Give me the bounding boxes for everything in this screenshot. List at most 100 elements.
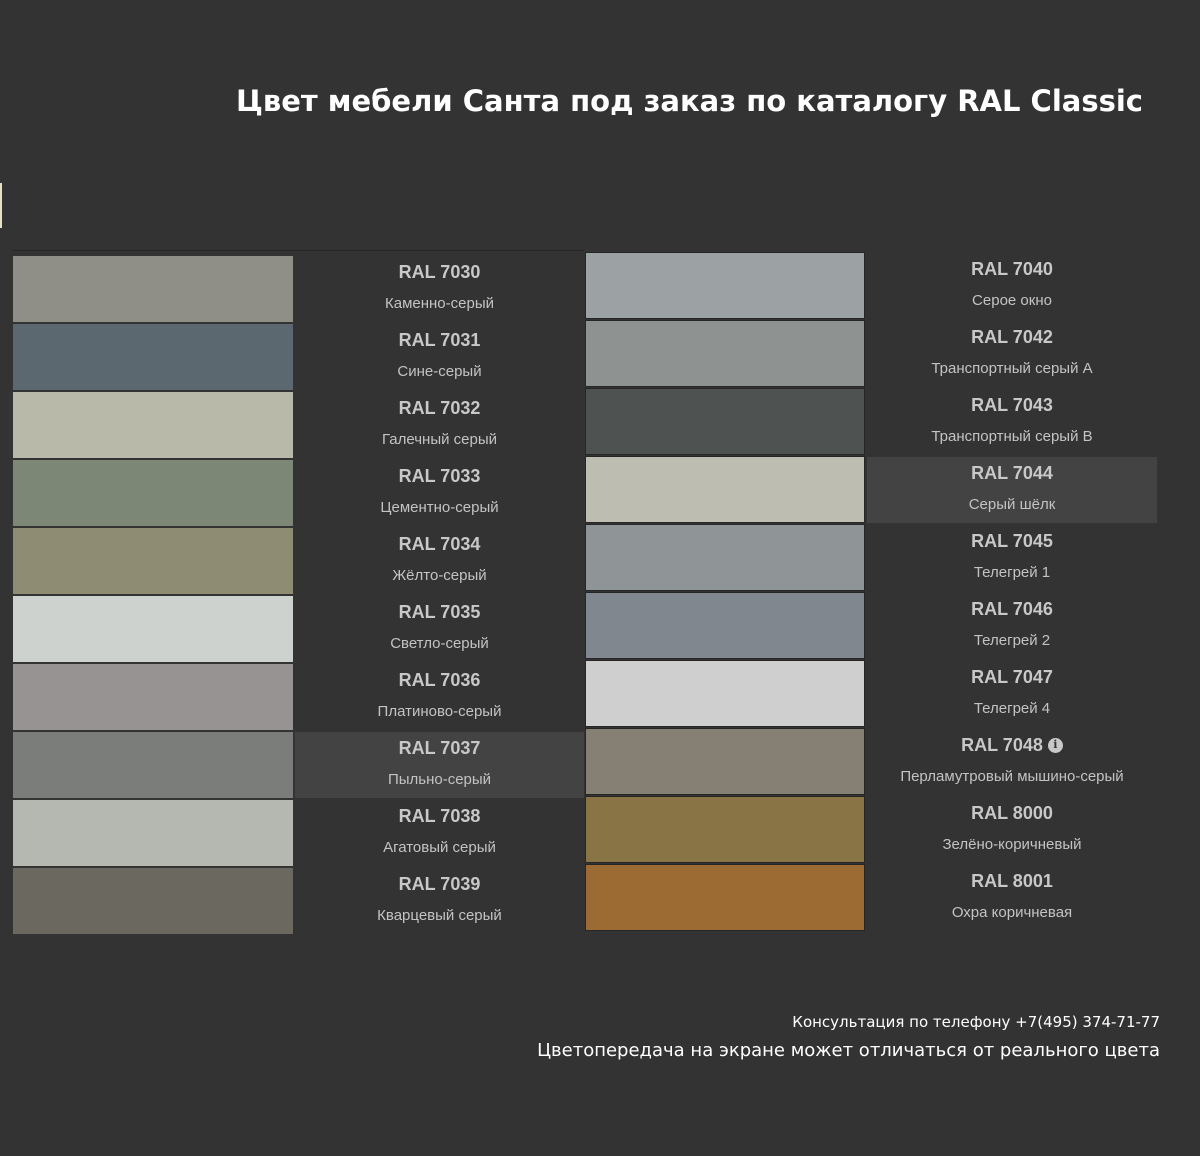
color-info[interactable]: RAL 8000 Зелёно-коричневый — [867, 797, 1157, 863]
color-row[interactable]: RAL 7032 Галечный серый — [13, 391, 584, 459]
color-name: Сине-серый — [397, 363, 482, 380]
color-row[interactable]: RAL 7033 Цементно-серый — [13, 459, 584, 527]
color-name: Платиново-серый — [377, 703, 502, 720]
ral-code-text: RAL 7046 — [971, 599, 1053, 619]
color-row[interactable]: RAL 7042 Транспортный серый А — [585, 320, 1157, 388]
color-info[interactable]: RAL 7033 Цементно-серый — [295, 460, 584, 526]
color-swatch[interactable] — [13, 800, 293, 866]
color-info[interactable]: RAL 7045 Телегрей 1 — [867, 525, 1157, 591]
ral-code-text: RAL 7035 — [398, 602, 481, 622]
color-row[interactable]: RAL 7031 Сине-серый — [13, 323, 584, 391]
ral-code: RAL 7037 — [399, 737, 481, 759]
color-info[interactable]: RAL 7030 Каменно-серый — [295, 256, 584, 322]
ral-code-text: RAL 7037 — [398, 738, 481, 758]
info-icon[interactable]: i — [1047, 737, 1063, 753]
ral-code-text: RAL 7030 — [398, 262, 481, 282]
color-row[interactable]: RAL 7047 Телегрей 4 — [585, 660, 1157, 728]
color-swatch[interactable] — [13, 460, 293, 526]
ral-code-text: RAL 8000 — [971, 803, 1053, 823]
ral-code-text: RAL 7043 — [971, 395, 1053, 415]
ral-code: RAL 7044 — [971, 462, 1053, 484]
color-row[interactable]: RAL 7037 Пыльно-серый — [13, 731, 584, 799]
color-name: Транспортный серый В — [931, 428, 1093, 445]
color-row[interactable]: RAL 7040 Серое окно — [585, 252, 1157, 320]
color-row[interactable]: RAL 8001 Охра коричневая — [585, 864, 1157, 932]
color-name: Агатовый серый — [383, 839, 496, 856]
color-swatch[interactable] — [13, 324, 293, 390]
color-swatch[interactable] — [585, 864, 865, 931]
color-info[interactable]: RAL 7047 Телегрей 4 — [867, 661, 1157, 727]
color-row[interactable]: RAL 7034 Жёлто-серый — [13, 527, 584, 595]
color-name: Телегрей 4 — [973, 700, 1051, 717]
color-info[interactable]: RAL 7046 Телегрей 2 — [867, 593, 1157, 659]
ral-code-text: RAL 7044 — [971, 463, 1053, 483]
color-info[interactable]: RAL 7032 Галечный серый — [295, 392, 584, 458]
ral-code: RAL 7047 — [971, 666, 1053, 688]
color-row[interactable]: RAL 7030 Каменно-серый — [13, 255, 584, 323]
ral-code: RAL 7043 — [971, 394, 1053, 416]
color-info[interactable]: RAL 8001 Охра коричневая — [867, 865, 1157, 931]
color-swatch[interactable] — [13, 664, 293, 730]
ral-code: RAL 7030 — [399, 261, 481, 283]
color-name: Серое окно — [972, 292, 1052, 309]
color-row[interactable]: RAL 8000 Зелёно-коричневый — [585, 796, 1157, 864]
color-info[interactable]: RAL 7038 Агатовый серый — [295, 800, 584, 866]
color-swatch[interactable] — [585, 660, 865, 727]
color-row[interactable]: RAL 7035 Светло-серый — [13, 595, 584, 663]
color-swatch[interactable] — [585, 796, 865, 863]
ral-code-text: RAL 8001 — [971, 871, 1053, 891]
color-swatch[interactable] — [13, 732, 293, 798]
color-swatch[interactable] — [13, 528, 293, 594]
color-name: Телегрей 1 — [973, 564, 1051, 581]
color-info[interactable]: RAL 7035 Светло-серый — [295, 596, 584, 662]
color-name: Цементно-серый — [380, 499, 499, 516]
color-info[interactable]: RAL 7042 Транспортный серый А — [867, 321, 1157, 387]
ral-code-text: RAL 7045 — [971, 531, 1053, 551]
ral-code: RAL 7045 — [971, 530, 1053, 552]
color-swatch[interactable] — [13, 392, 293, 458]
color-info[interactable]: RAL 7044 Серый шёлк — [867, 457, 1157, 523]
ral-code: RAL 7046 — [971, 598, 1053, 620]
ral-code: RAL 7040 — [971, 258, 1053, 280]
color-info[interactable]: RAL 7031 Сине-серый — [295, 324, 584, 390]
color-row[interactable]: RAL 7043 Транспортный серый В — [585, 388, 1157, 456]
color-name: Транспортный серый А — [931, 360, 1093, 377]
color-swatch[interactable] — [585, 388, 865, 455]
color-info[interactable]: RAL 7036 Платиново-серый — [295, 664, 584, 730]
color-swatch[interactable] — [585, 456, 865, 523]
color-name: Светло-серый — [390, 635, 489, 652]
ral-code-text: RAL 7038 — [398, 806, 481, 826]
color-name: Телегрей 2 — [973, 632, 1051, 649]
color-row[interactable]: RAL 7039 Кварцевый серый — [13, 867, 584, 935]
color-swatch[interactable] — [13, 596, 293, 662]
color-row[interactable]: RAL 7044 Серый шёлк — [585, 456, 1157, 524]
color-info[interactable]: RAL 7040 Серое окно — [867, 253, 1157, 319]
color-info[interactable]: RAL 7039 Кварцевый серый — [295, 868, 584, 934]
color-swatch[interactable] — [585, 252, 865, 319]
color-row[interactable]: RAL 7036 Платиново-серый — [13, 663, 584, 731]
color-name: Каменно-серый — [385, 295, 494, 312]
color-swatch[interactable] — [585, 524, 865, 591]
color-swatch[interactable] — [585, 728, 865, 795]
color-name: Кварцевый серый — [377, 907, 502, 924]
color-swatch[interactable] — [585, 592, 865, 659]
color-row[interactable]: RAL 7045 Телегрей 1 — [585, 524, 1157, 592]
color-info[interactable]: RAL 7034 Жёлто-серый — [295, 528, 584, 594]
color-info[interactable]: RAL 7048 i Перламутровый мышино-серый — [867, 729, 1157, 795]
ral-code-text: RAL 7034 — [398, 534, 481, 554]
color-swatch[interactable] — [13, 868, 293, 934]
color-info[interactable]: RAL 7043 Транспортный серый В — [867, 389, 1157, 455]
ral-code-text: RAL 7042 — [971, 327, 1053, 347]
color-row[interactable]: RAL 7048 i Перламутровый мышино-серый — [585, 728, 1157, 796]
color-disclaimer: Цветопередача на экране может отличаться… — [537, 1040, 1160, 1061]
ral-code-text: RAL 7048 — [961, 735, 1043, 755]
color-row[interactable]: RAL 7046 Телегрей 2 — [585, 592, 1157, 660]
ral-code-text: RAL 7032 — [398, 398, 481, 418]
ral-code: RAL 8000 — [971, 802, 1053, 824]
ral-code-text: RAL 7040 — [971, 259, 1053, 279]
color-row[interactable]: RAL 7038 Агатовый серый — [13, 799, 584, 867]
color-info[interactable]: RAL 7037 Пыльно-серый — [295, 732, 584, 798]
color-swatch[interactable] — [585, 320, 865, 387]
color-swatch[interactable] — [13, 256, 293, 322]
ral-code: RAL 7033 — [399, 465, 481, 487]
